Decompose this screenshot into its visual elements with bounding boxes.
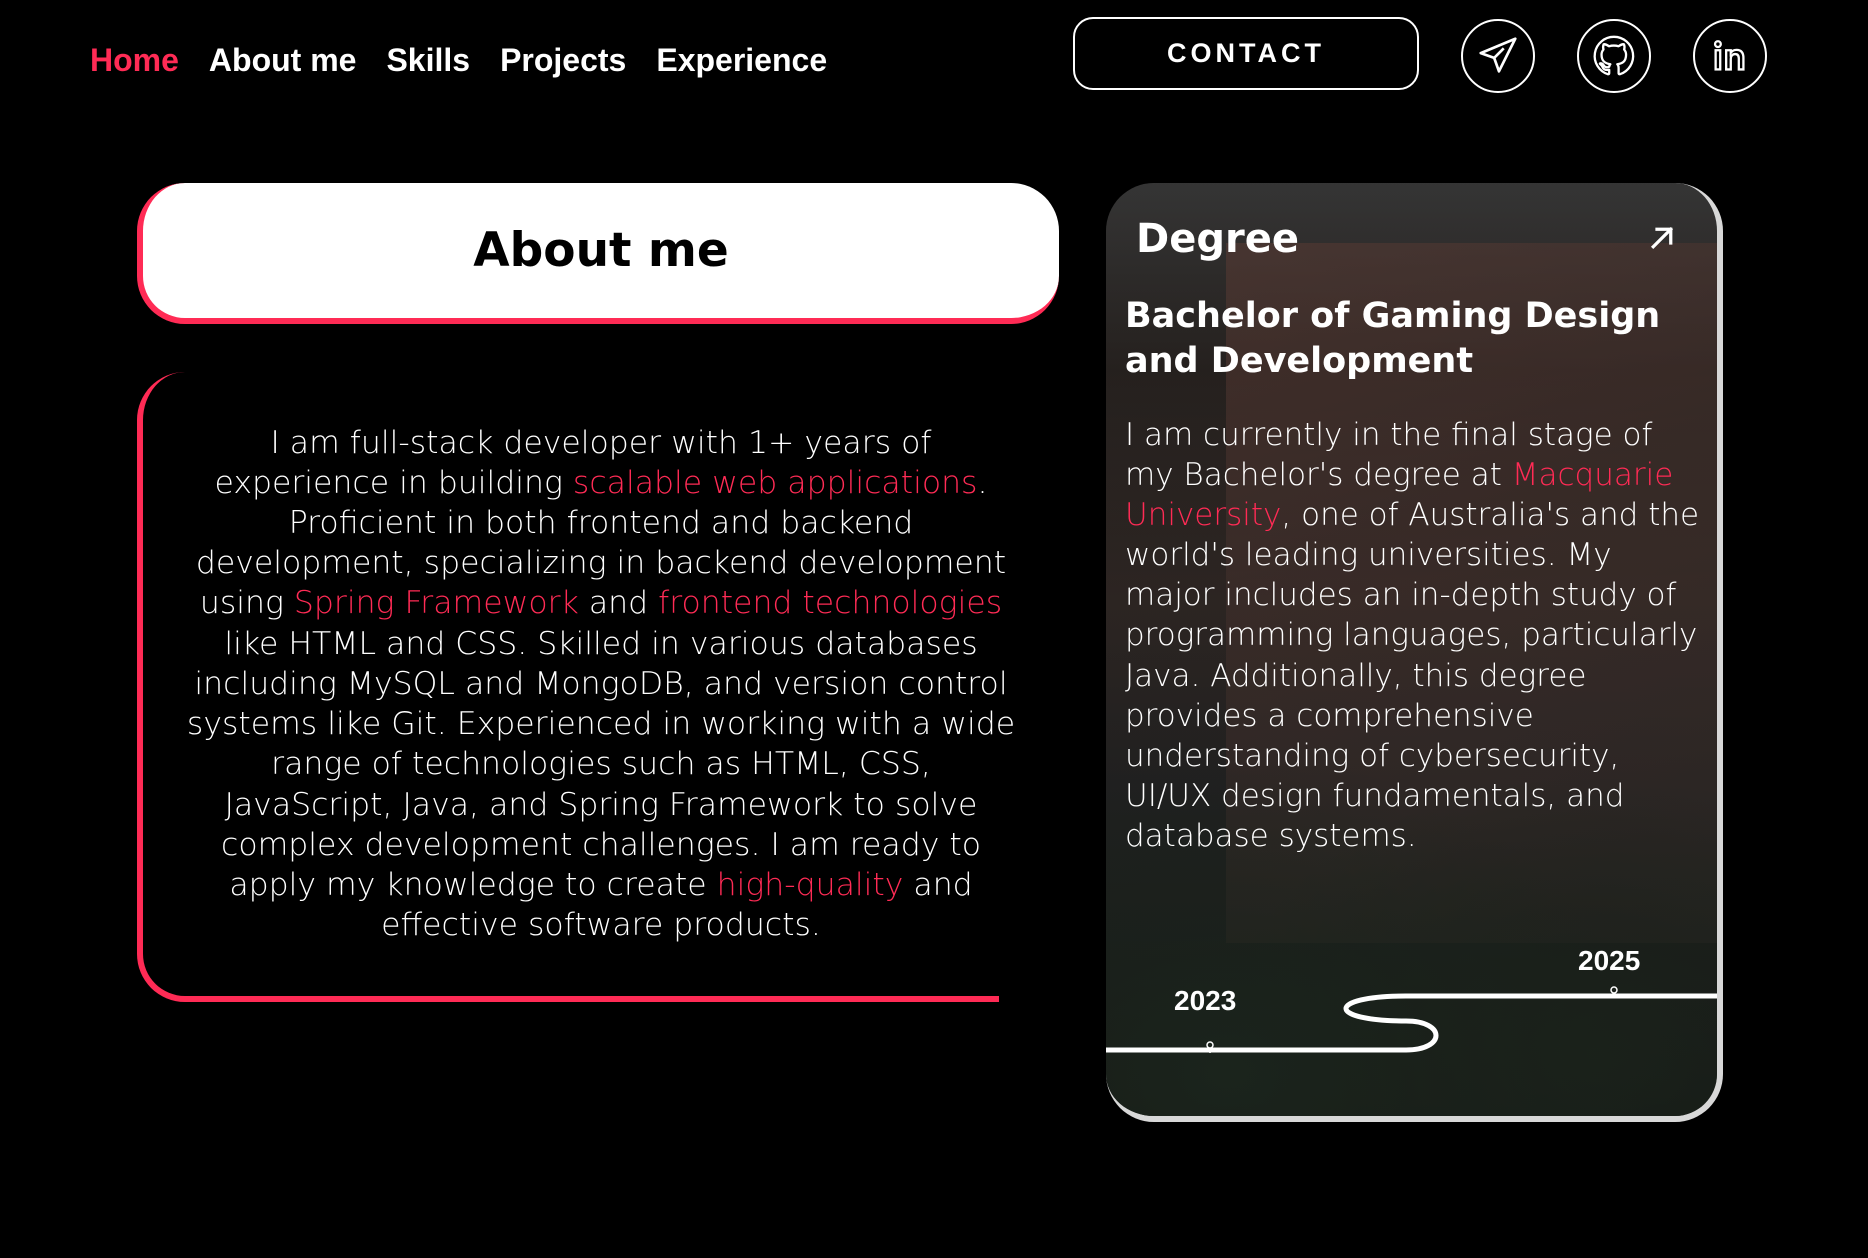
about-text: I am full-stack developer with 1+ years … [186,423,1016,946]
about-title-card: About me [137,183,1059,324]
degree-heading: Degree [1136,216,1299,262]
highlight-frontend: frontend technologies [658,585,1003,622]
highlight-quality: high-quality [716,866,904,903]
arrow-up-right-icon[interactable] [1647,223,1677,253]
linkedin-button[interactable] [1693,19,1767,93]
nav-projects[interactable]: Projects [500,38,626,82]
about-text-part: and [578,585,659,622]
degree-description: I am currently in the final stage of my … [1125,415,1705,856]
highlight-spring: Spring Framework [293,585,579,622]
nav-skills[interactable]: Skills [386,38,470,82]
about-text-part: like HTML and CSS. Skilled in various da… [186,625,1016,903]
nav-about[interactable]: About me [209,38,357,82]
degree-timeline: 2023 2025 [1106,945,1717,1093]
github-icon [1593,35,1635,76]
about-title: About me [473,223,729,278]
contact-button[interactable]: CONTACT [1073,17,1419,90]
degree-name: Bachelor of Gaming Design and Developmen… [1125,296,1661,381]
github-button[interactable] [1577,19,1651,93]
highlight-scalable: scalable web applications [572,464,978,501]
telegram-button[interactable] [1461,19,1535,93]
main-nav: Home About me Skills Projects Experience [90,38,857,82]
linkedin-icon [1713,40,1745,71]
nav-experience[interactable]: Experience [656,38,827,82]
about-body-card: I am full-stack developer with 1+ years … [137,372,1059,1002]
nav-home[interactable]: Home [90,38,179,82]
telegram-icon [1479,37,1517,73]
timeline-path [1106,986,1717,1053]
degree-text-part: , one of Australia's and the world's lea… [1125,497,1700,854]
degree-card[interactable]: Degree Bachelor of Gaming Design and Dev… [1106,183,1723,1122]
